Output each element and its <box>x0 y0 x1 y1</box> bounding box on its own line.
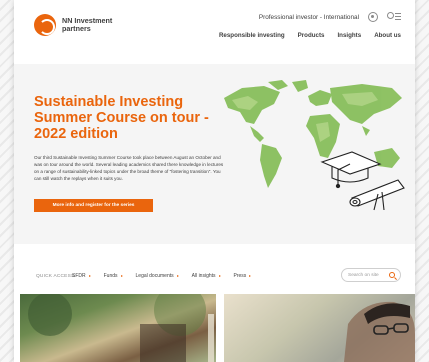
feature-card-image-right[interactable] <box>224 294 415 362</box>
quick-access-links: SFDR Funds Legal documents All insights … <box>72 273 252 279</box>
chevron-right-icon <box>176 275 179 277</box>
quick-link-label: Funds <box>103 273 118 279</box>
site-search-input[interactable]: Search on site <box>341 268 401 282</box>
nav-item-products[interactable]: Products <box>298 32 325 39</box>
brand-logo[interactable]: NN Investment partners <box>34 14 112 36</box>
outdoor-people-photo <box>28 294 214 362</box>
hero-section: Sustainable Investing Summer Course on t… <box>14 64 415 244</box>
quick-link-label: Legal documents <box>135 273 174 279</box>
nav-item-responsible-investing[interactable]: Responsible investing <box>219 32 285 39</box>
chevron-right-icon <box>88 275 91 277</box>
site-header: NN Investment partners Professional inve… <box>14 0 415 64</box>
search-icon[interactable] <box>389 272 395 278</box>
quick-link-label: Press <box>233 273 247 279</box>
logo-line-2: partners <box>62 24 91 33</box>
quick-link-legal-documents[interactable]: Legal documents <box>136 273 179 279</box>
user-icon[interactable] <box>368 12 378 22</box>
hero-title: Sustainable Investing Summer Course on t… <box>34 94 209 142</box>
quick-link-funds[interactable]: Funds <box>104 273 123 279</box>
quick-access-bar: QUICK ACCESS: SFDR Funds Legal documents… <box>14 244 415 294</box>
audience-selector[interactable]: Professional investor - International <box>259 14 359 21</box>
utility-bar: Professional investor - International <box>259 12 401 22</box>
quick-link-all-insights[interactable]: All insights <box>192 273 221 279</box>
chevron-right-icon <box>218 275 221 277</box>
quick-access-label: QUICK ACCESS: <box>36 274 76 279</box>
logo-mark-icon <box>34 14 56 36</box>
logo-wordmark: NN Investment partners <box>62 17 112 33</box>
world-map-graduation-illustration <box>224 80 405 211</box>
quick-link-label: SFDR <box>72 273 86 279</box>
quick-link-label: All insights <box>191 273 216 279</box>
chevron-right-icon <box>249 275 252 277</box>
nav-item-about-us[interactable]: About us <box>374 32 401 39</box>
nav-item-insights[interactable]: Insights <box>337 32 361 39</box>
main-nav: Responsible investing Products Insights … <box>219 32 401 39</box>
register-series-button[interactable]: More info and register for the series <box>34 199 153 212</box>
chevron-right-icon <box>120 275 123 277</box>
quick-link-sfdr[interactable]: SFDR <box>72 273 91 279</box>
search-placeholder: Search on site <box>348 272 379 278</box>
page: NN Investment partners Professional inve… <box>14 0 415 362</box>
search-menu-icon[interactable] <box>387 12 401 22</box>
quick-link-press[interactable]: Press <box>234 273 252 279</box>
hero-description: Our third Sustainable Investing Summer C… <box>34 155 224 181</box>
person-with-glasses-photo <box>344 301 415 362</box>
feature-card-image-left[interactable] <box>20 294 216 362</box>
